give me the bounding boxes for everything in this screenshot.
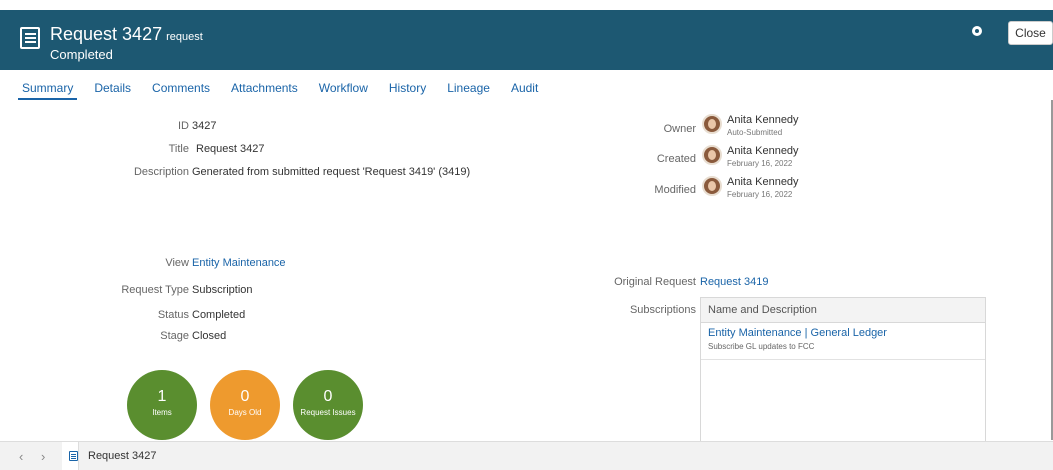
status-label: Status	[157, 309, 189, 321]
subscription-description: Subscribe GL updates to FCC	[708, 342, 815, 351]
items-label: Items	[152, 408, 172, 417]
owner-label: Owner	[663, 123, 696, 135]
days-old-count: 0	[240, 388, 250, 405]
days-old-label: Days Old	[228, 408, 262, 417]
help-icon[interactable]	[972, 26, 982, 36]
modified-avatar	[702, 176, 722, 196]
header-status: Completed	[50, 47, 113, 62]
description-label: Description	[133, 166, 189, 178]
subscription-name-link[interactable]: Entity Maintenance | General Ledger	[708, 327, 978, 339]
view-label: View	[165, 257, 189, 269]
close-button[interactable]: Close	[1008, 21, 1053, 45]
page-header: Request 3427 request Completed Close	[0, 10, 1053, 70]
footer-tab-request[interactable]: Request 3427	[62, 442, 157, 470]
tab-comments[interactable]: Comments	[152, 80, 210, 100]
created-avatar	[702, 145, 722, 165]
owner-avatar	[702, 114, 722, 134]
stage-label: Stage	[160, 330, 189, 342]
created-name: Anita Kennedy	[727, 145, 799, 157]
days-old-stat[interactable]: 0 Days Old	[210, 370, 280, 440]
original-request-label: Original Request	[614, 276, 696, 288]
original-request-link[interactable]: Request 3419	[700, 276, 769, 288]
back-arrow-icon[interactable]: ‹	[19, 449, 23, 464]
title-text: Request 3427	[50, 24, 163, 44]
request-issues-label: Request Issues	[300, 408, 356, 417]
modified-name: Anita Kennedy	[727, 176, 799, 188]
description-value: Generated from submitted request 'Reques…	[192, 166, 471, 178]
stage-value: Closed	[192, 330, 227, 342]
created-date: February 16, 2022	[727, 159, 793, 168]
title-value: Request 3427	[196, 143, 265, 155]
subscriptions-table: Name and Description Entity Maintenance …	[700, 297, 986, 442]
tab-audit[interactable]: Audit	[511, 80, 538, 100]
modified-label: Modified	[654, 184, 696, 196]
tab-lineage[interactable]: Lineage	[447, 80, 490, 100]
footer-tab-label: Request 3427	[88, 450, 157, 462]
request-type-label: Request Type	[121, 284, 189, 296]
tab-details[interactable]: Details	[94, 80, 131, 100]
view-link[interactable]: Entity Maintenance	[192, 257, 286, 269]
request-issues-stat[interactable]: 0 Request Issues	[293, 370, 363, 440]
status-value: Completed	[192, 309, 246, 321]
tab-workflow[interactable]: Workflow	[319, 80, 368, 100]
page-title: Request 3427 request	[50, 24, 203, 45]
id-label: ID	[178, 120, 189, 132]
tab-attachments[interactable]: Attachments	[231, 80, 298, 100]
tab-bar: Summary Details Comments Attachments Wor…	[18, 80, 559, 100]
footer-tab-bar: ‹ › Request 3427	[0, 441, 1053, 470]
tab-summary[interactable]: Summary	[18, 80, 78, 100]
owner-sub: Auto-Submitted	[727, 128, 783, 137]
owner-name: Anita Kennedy	[727, 114, 799, 126]
title-label: Title	[168, 143, 189, 155]
request-type-value: Subscription	[192, 284, 253, 296]
items-stat[interactable]: 1 Items	[127, 370, 197, 440]
table-row[interactable]: Entity Maintenance | General Ledger Subs…	[701, 323, 985, 360]
created-label: Created	[656, 153, 696, 165]
forward-arrow-icon[interactable]: ›	[41, 449, 45, 464]
modified-date: February 16, 2022	[727, 190, 793, 199]
items-count: 1	[157, 388, 167, 405]
tab-history[interactable]: History	[389, 80, 426, 100]
title-subtype: request	[166, 31, 203, 43]
subscriptions-label: Subscriptions	[629, 304, 696, 316]
request-icon	[69, 451, 78, 461]
request-issues-count: 0	[323, 388, 333, 405]
request-icon	[20, 27, 40, 49]
id-value: 3427	[192, 120, 217, 132]
subscriptions-column-header[interactable]: Name and Description	[701, 298, 985, 323]
